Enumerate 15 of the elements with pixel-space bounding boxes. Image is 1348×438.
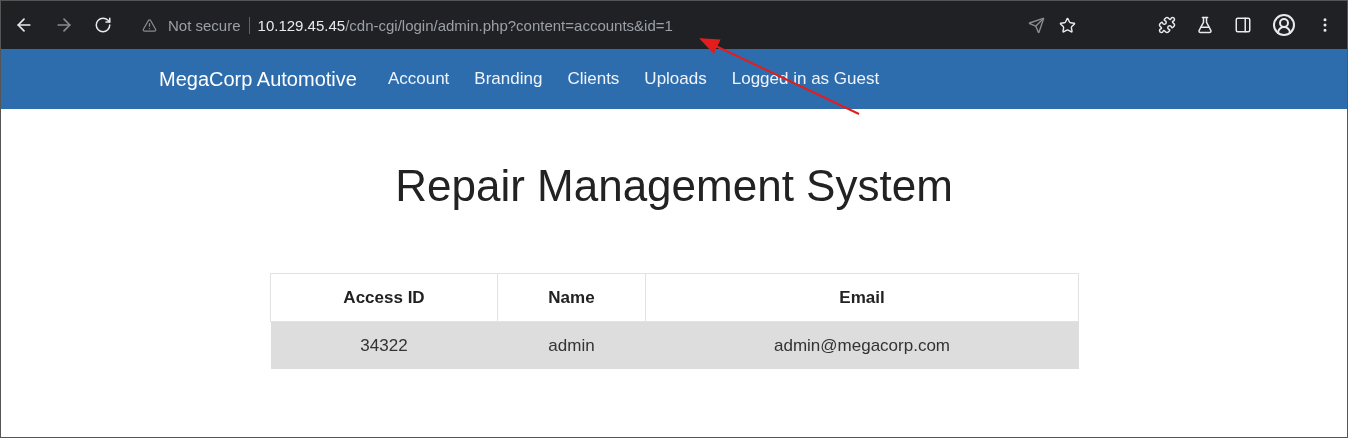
- nav-link[interactable]: Logged in as Guest: [731, 69, 880, 89]
- table-cell: 34322: [270, 321, 498, 369]
- table-cell: admin: [497, 321, 646, 369]
- column-header: Access ID: [270, 273, 498, 322]
- url-text: 10.129.45.45/cdn-cgi/login/admin.php?content=accounts&id=1: [257, 16, 673, 34]
- column-header: Name: [497, 273, 646, 322]
- brand-link[interactable]: MegaCorp Automotive: [159, 67, 357, 91]
- security-label: Not secure: [168, 16, 250, 34]
- nav-link[interactable]: Branding: [474, 69, 543, 89]
- nav-link[interactable]: Clients: [567, 69, 620, 89]
- nav-link[interactable]: Account: [387, 69, 450, 89]
- column-header: Email: [645, 273, 1079, 322]
- page-heading: Repair Management System: [394, 161, 954, 211]
- nav-link[interactable]: Uploads: [644, 69, 707, 89]
- table-cell: admin@megacorp.com: [645, 321, 1079, 369]
